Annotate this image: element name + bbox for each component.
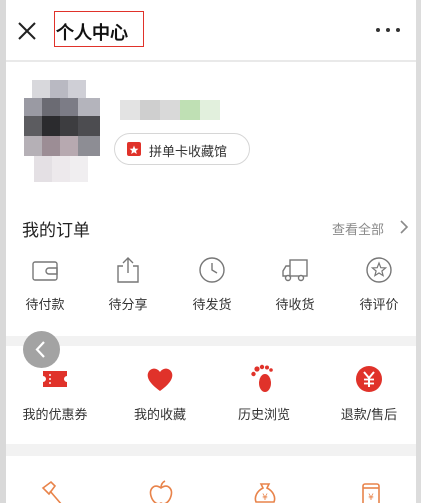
money-bag-icon[interactable]: ¥ bbox=[250, 478, 280, 503]
collection-button-label: 拼单卡收藏馆 bbox=[149, 145, 228, 160]
view-all-orders-link[interactable]: 查看全部 bbox=[332, 219, 384, 238]
apple-icon[interactable] bbox=[146, 478, 176, 503]
order-pending-receipt[interactable]: 待收货 bbox=[259, 250, 331, 320]
browsing-history[interactable]: 历史浏览 bbox=[219, 364, 309, 434]
close-icon[interactable] bbox=[16, 20, 38, 42]
svg-text:¥: ¥ bbox=[262, 493, 268, 503]
order-item-label: 待评价 bbox=[359, 298, 399, 313]
chevron-left-icon bbox=[35, 341, 45, 358]
svg-text:¥: ¥ bbox=[368, 493, 374, 503]
my-coupons[interactable]: 我的优惠券 bbox=[10, 364, 100, 434]
my-favorites[interactable]: 我的收藏 bbox=[115, 364, 205, 434]
section-gap bbox=[6, 336, 416, 346]
order-item-label: 待收货 bbox=[275, 298, 315, 313]
order-pending-shipment[interactable]: 待发货 bbox=[176, 250, 248, 320]
order-pending-payment[interactable]: 待付款 bbox=[9, 250, 81, 320]
personal-center-page: 个人中心 拼单卡收藏馆 我的订单 查看全部 待付款 待分享 待发货 待收货 待评… bbox=[0, 0, 421, 503]
section-gap bbox=[6, 444, 416, 456]
more-tools-row: ¥ ¥ bbox=[6, 456, 416, 503]
order-item-label: 待发货 bbox=[192, 298, 232, 313]
clock-icon bbox=[199, 257, 225, 283]
username-blurred bbox=[120, 100, 220, 120]
right-edge-shadow bbox=[416, 0, 421, 503]
orders-title: 我的订单 bbox=[22, 221, 90, 241]
service-item-label: 退款/售后 bbox=[340, 408, 398, 423]
nav-bar: 个人中心 bbox=[6, 0, 416, 60]
floating-back-button[interactable] bbox=[23, 331, 60, 368]
jar-icon[interactable]: ¥ bbox=[356, 478, 386, 503]
heart-icon bbox=[147, 368, 173, 391]
order-item-label: 待付款 bbox=[25, 298, 65, 313]
footprint-icon bbox=[251, 364, 273, 392]
chevron-right-icon[interactable] bbox=[399, 220, 409, 234]
star-icon bbox=[366, 257, 392, 283]
service-item-label: 我的收藏 bbox=[133, 408, 186, 423]
my-orders-section: 我的订单 查看全部 待付款 待分享 待发货 待收货 待评价 bbox=[6, 200, 416, 336]
refund-after-sales[interactable]: 退款/售后 bbox=[324, 364, 414, 434]
collection-button[interactable]: 拼单卡收藏馆 bbox=[114, 133, 250, 165]
more-dots-icon[interactable] bbox=[376, 28, 400, 34]
page-title: 个人中心 bbox=[56, 23, 128, 44]
truck-icon bbox=[282, 259, 308, 282]
order-pending-share[interactable]: 待分享 bbox=[92, 250, 164, 320]
badge-icon bbox=[127, 142, 141, 156]
coupon-icon bbox=[43, 371, 67, 387]
refund-icon bbox=[356, 366, 382, 392]
order-item-label: 待分享 bbox=[108, 298, 148, 313]
services-section: 我的优惠券 我的收藏 历史浏览 退款/售后 bbox=[6, 346, 416, 444]
wallet-icon bbox=[32, 261, 58, 281]
service-item-label: 我的优惠券 bbox=[22, 408, 88, 423]
profile-card: 拼单卡收藏馆 bbox=[6, 62, 416, 200]
avatar[interactable] bbox=[24, 80, 100, 182]
axe-icon[interactable] bbox=[38, 478, 68, 503]
order-pending-review[interactable]: 待评价 bbox=[343, 250, 415, 320]
service-item-label: 历史浏览 bbox=[237, 408, 290, 423]
share-icon bbox=[117, 257, 139, 283]
